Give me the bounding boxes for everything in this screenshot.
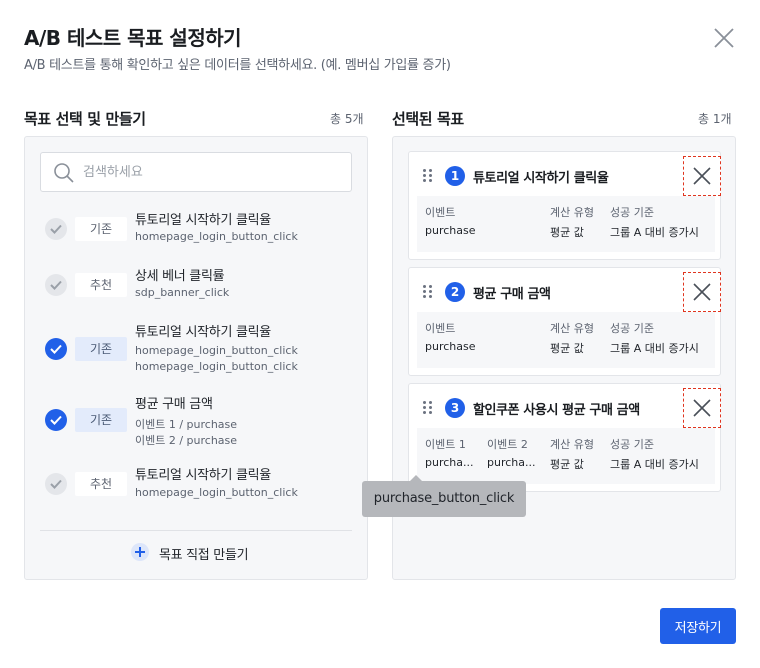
card-title: 튜토리얼 시작하기 클릭율 xyxy=(473,171,609,186)
remove-goal-button[interactable] xyxy=(683,156,721,196)
search-input[interactable] xyxy=(83,161,343,183)
remove-goal-button[interactable] xyxy=(683,388,721,428)
detail-label: 성공 기준 xyxy=(610,438,654,451)
right-section-count: 총 1개 xyxy=(698,112,732,126)
goal-name: 튜토리얼 시작하기 클릭율 xyxy=(135,213,271,228)
detail-value: 그룹 A 대비 증가시 xyxy=(610,458,699,471)
detail-label: 계산 유형 xyxy=(550,206,594,219)
goal-detail: 이벤트 계산 유형 성공 기준 purchase 평균 값 그룹 A 대비 증가… xyxy=(417,196,715,252)
dialog-title: A/B 테스트 목표 설정하기 xyxy=(24,26,242,50)
goal-list-item[interactable]: 추천 상세 베너 클릭률 sdp_banner_click xyxy=(45,269,345,307)
goal-event: homepage_login_button_click xyxy=(135,360,298,373)
left-section-title: 목표 선택 및 만들기 xyxy=(24,110,146,128)
goal-selection-panel: 기존 튜토리얼 시작하기 클릭율 homepage_login_button_c… xyxy=(24,136,368,580)
goal-detail: 이벤트 계산 유형 성공 기준 purchase 평균 값 그룹 A 대비 증가… xyxy=(417,312,715,368)
search-icon xyxy=(54,163,74,183)
detail-label: 이벤트 2 xyxy=(487,438,528,451)
goal-event: sdp_banner_click xyxy=(135,286,230,299)
checkbox-unchecked[interactable] xyxy=(45,473,67,495)
search-box[interactable] xyxy=(40,152,352,192)
check-icon xyxy=(50,280,62,290)
check-icon xyxy=(50,415,62,425)
check-icon xyxy=(50,479,62,489)
goal-event: 이벤트 2 / purchase xyxy=(135,434,238,447)
goal-event: 이벤트 1 / purchase xyxy=(135,418,238,431)
detail-value: 그룹 A 대비 증가시 xyxy=(610,342,699,355)
goal-tag: 기존 xyxy=(75,408,127,432)
close-icon xyxy=(693,283,711,301)
close-icon xyxy=(693,399,711,417)
goal-event: homepage_login_button_click xyxy=(135,344,298,357)
goal-list-item[interactable]: 추천 튜토리얼 시작하기 클릭율 homepage_login_button_c… xyxy=(45,468,345,507)
goal-tag: 기존 xyxy=(75,337,127,361)
checkbox-unchecked[interactable] xyxy=(45,218,67,240)
detail-label: 성공 기준 xyxy=(610,322,654,335)
selected-goal-card: 1 튜토리얼 시작하기 클릭율 이벤트 계산 유형 성공 기준 purchase… xyxy=(408,151,721,260)
detail-label: 계산 유형 xyxy=(550,438,594,451)
event-tooltip: purchase_button_click xyxy=(362,475,526,517)
card-title: 할인쿠폰 사용시 평균 구매 금액 xyxy=(473,403,640,418)
close-icon[interactable] xyxy=(712,26,736,50)
goal-list-item[interactable]: 기존 평균 구매 금액 이벤트 1 / purchase 이벤트 2 / pur… xyxy=(45,397,345,453)
goal-number-badge: 1 xyxy=(445,166,465,186)
goal-number-badge: 2 xyxy=(445,282,465,302)
dialog-subtitle: A/B 테스트를 통해 확인하고 싶은 데이터를 선택하세요. (예. 멤버십 … xyxy=(24,58,451,73)
detail-value[interactable]: purcha... xyxy=(487,456,536,469)
left-section-count: 총 5개 xyxy=(330,112,364,126)
detail-value: 평균 값 xyxy=(550,342,584,355)
goal-list-item[interactable]: 기존 튜토리얼 시작하기 클릭율 homepage_login_button_c… xyxy=(45,213,345,249)
detail-label: 성공 기준 xyxy=(610,206,654,219)
selected-goal-card: 2 평균 구매 금액 이벤트 계산 유형 성공 기준 purchase 평균 값… xyxy=(408,267,721,376)
detail-value: purchase xyxy=(425,340,476,353)
drag-handle-icon[interactable] xyxy=(423,401,435,415)
goal-list-item[interactable]: 기존 튜토리얼 시작하기 클릭율 homepage_login_button_c… xyxy=(45,325,345,381)
detail-value[interactable]: purcha... xyxy=(425,456,474,469)
goal-event: homepage_login_button_click xyxy=(135,486,298,499)
goal-tag: 기존 xyxy=(75,217,127,241)
checkbox-checked[interactable] xyxy=(45,409,67,431)
goal-detail: 이벤트 1 이벤트 2 계산 유형 성공 기준 purcha... purcha… xyxy=(417,428,715,484)
create-goal-label: 목표 직접 만들기 xyxy=(159,548,249,563)
goal-tag: 추천 xyxy=(75,273,127,297)
drag-handle-icon[interactable] xyxy=(423,169,435,183)
detail-value: 평균 값 xyxy=(550,226,584,239)
remove-goal-button[interactable] xyxy=(683,272,721,312)
goal-name: 평균 구매 금액 xyxy=(135,397,213,412)
goal-tag: 추천 xyxy=(75,472,127,496)
selected-goal-card: 3 할인쿠폰 사용시 평균 구매 금액 이벤트 1 이벤트 2 계산 유형 성공… xyxy=(408,383,721,492)
close-icon xyxy=(693,167,711,185)
card-title: 평균 구매 금액 xyxy=(473,287,551,302)
detail-label: 이벤트 1 xyxy=(425,438,466,451)
detail-value: purchase xyxy=(425,224,476,237)
goal-event: homepage_login_button_click xyxy=(135,230,298,243)
check-icon xyxy=(50,344,62,354)
drag-handle-icon[interactable] xyxy=(423,285,435,299)
detail-value: 평균 값 xyxy=(550,458,584,471)
detail-label: 이벤트 xyxy=(425,322,456,335)
plus-icon xyxy=(131,543,149,561)
goal-name: 튜토리얼 시작하기 클릭율 xyxy=(135,325,271,340)
checkbox-unchecked[interactable] xyxy=(45,274,67,296)
detail-label: 이벤트 xyxy=(425,206,456,219)
goal-name: 튜토리얼 시작하기 클릭율 xyxy=(135,468,271,483)
detail-value: 그룹 A 대비 증가시 xyxy=(610,226,699,239)
goal-number-badge: 3 xyxy=(445,398,465,418)
right-section-title: 선택된 목표 xyxy=(392,110,464,128)
checkbox-checked[interactable] xyxy=(45,338,67,360)
divider xyxy=(40,530,352,531)
save-button[interactable]: 저장하기 xyxy=(660,608,736,644)
goal-name: 상세 베너 클릭률 xyxy=(135,269,225,284)
check-icon xyxy=(50,224,62,234)
detail-label: 계산 유형 xyxy=(550,322,594,335)
